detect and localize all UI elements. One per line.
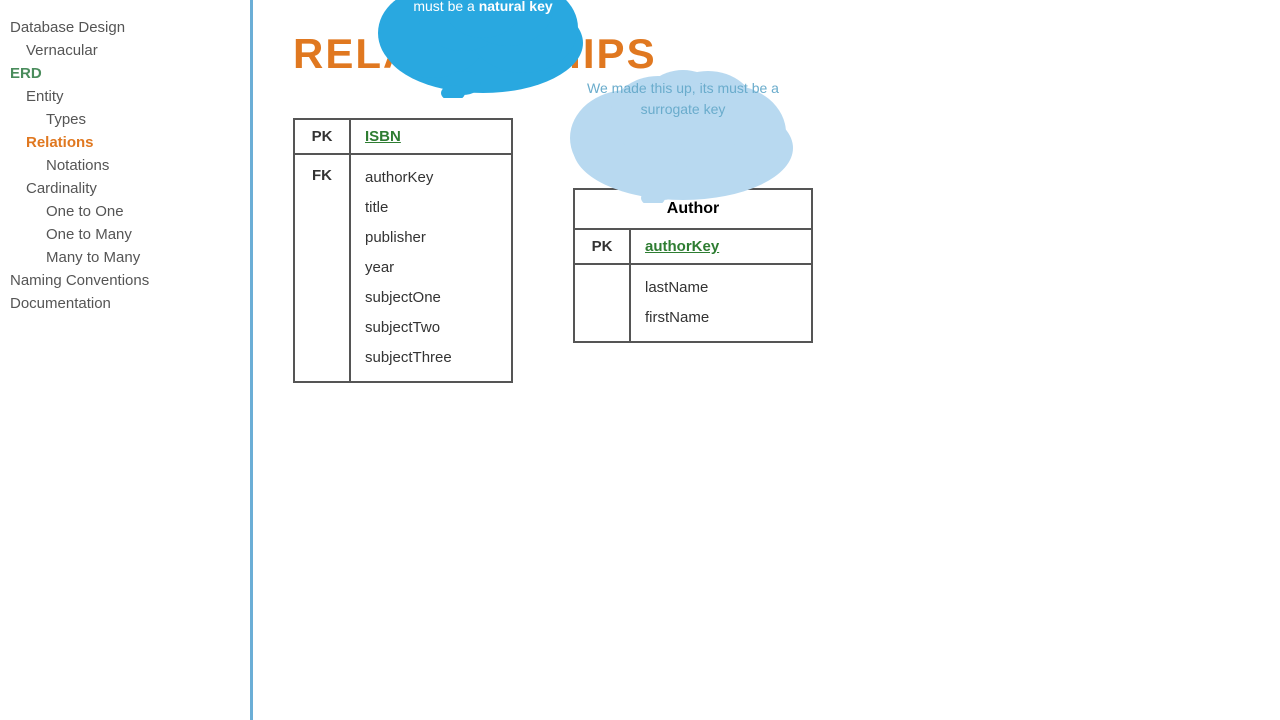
field-subjectone: subjectOne <box>365 283 497 313</box>
field-authorkey: authorKey <box>365 163 497 193</box>
field-publisher: publisher <box>365 223 497 253</box>
sidebar-item-relations[interactable]: Relations <box>0 131 250 154</box>
dark-cloud-text: We did not make this up… it must be a na… <box>383 0 583 17</box>
content-area: We did not make this up… it must be a na… <box>293 108 1240 383</box>
sidebar-item-one-to-one[interactable]: One to One <box>0 200 250 223</box>
author-pk-label: PK <box>575 230 631 263</box>
pk-label: PK <box>295 120 351 153</box>
field-subjecttwo: subjectTwo <box>365 313 497 343</box>
author-db-table: Author PK authorKey lastName firstName <box>573 188 813 343</box>
pk-row: PK ISBN <box>295 120 511 155</box>
field-year: year <box>365 253 497 283</box>
sidebar-item-vernacular[interactable]: Vernacular <box>0 39 250 62</box>
sidebar-item-cardinality[interactable]: Cardinality <box>0 177 250 200</box>
author-fields-list: lastName firstName <box>631 265 811 341</box>
sidebar-item-documentation[interactable]: Documentation <box>0 292 250 315</box>
sidebar-item-notations[interactable]: Notations <box>0 154 250 177</box>
author-key-value: authorKey <box>631 230 811 263</box>
sidebar-item-types[interactable]: Types <box>0 108 250 131</box>
field-firstname: firstName <box>645 303 797 333</box>
right-table-block: We made this up, its must be a surrogate… <box>573 188 813 343</box>
sidebar-item-many-to-many[interactable]: Many to Many <box>0 246 250 269</box>
author-pk-row: PK authorKey <box>575 230 811 265</box>
field-title: title <box>365 193 497 223</box>
light-cloud-text: We made this up, its must be a surrogate… <box>573 78 793 120</box>
sidebar-item-database-design[interactable]: Database Design <box>0 16 250 39</box>
sidebar: Database Design Vernacular ERD Entity Ty… <box>0 0 253 720</box>
light-cloud-wrapper: We made this up, its must be a surrogate… <box>543 58 823 198</box>
fields-list: authorKey title publisher year subjectOn… <box>351 155 511 381</box>
sidebar-item-naming-conventions[interactable]: Naming Conventions <box>0 269 250 292</box>
isbn-value: ISBN <box>351 120 511 153</box>
left-db-table: PK ISBN FK authorKey title publisher yea… <box>293 118 513 383</box>
field-subjectthree: subjectThree <box>365 343 497 373</box>
author-body: lastName firstName <box>575 265 811 341</box>
fk-label: FK <box>295 155 351 381</box>
sidebar-item-erd[interactable]: ERD <box>0 62 250 85</box>
main-content: RELATIONSHIPS We did no <box>253 0 1280 720</box>
sidebar-item-entity[interactable]: Entity <box>0 85 250 108</box>
fk-body: FK authorKey title publisher year subjec… <box>295 155 511 381</box>
sidebar-item-one-to-many[interactable]: One to Many <box>0 223 250 246</box>
natural-key-text: natural key <box>479 0 553 14</box>
author-fk-spacer <box>575 265 631 341</box>
field-lastname: lastName <box>645 273 797 303</box>
left-table-block: We did not make this up… it must be a na… <box>293 108 513 383</box>
